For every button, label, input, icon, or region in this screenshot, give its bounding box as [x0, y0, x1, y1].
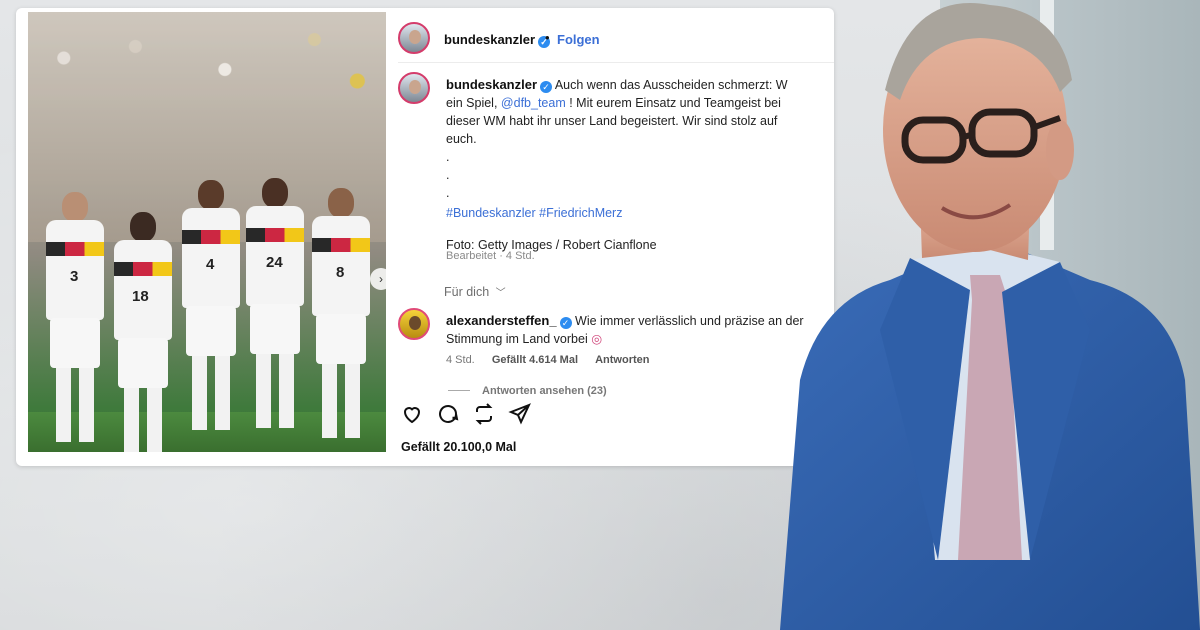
comment-time: 4 Std. — [446, 354, 475, 366]
jersey-number: 3 — [70, 268, 79, 285]
post-photo: 3 18 4 24 8 › — [28, 12, 386, 452]
comment-icon[interactable] — [436, 402, 460, 426]
instagram-post-card: 3 18 4 24 8 › bundeskanzler ✓ • Folgen b… — [16, 8, 834, 466]
jersey-number: 18 — [132, 288, 149, 305]
target-emoji-icon: ◎ — [591, 332, 603, 346]
follow-button[interactable]: Folgen — [557, 32, 600, 47]
caption-username[interactable]: bundeskanzler — [446, 77, 537, 92]
player: 18 — [110, 212, 176, 452]
replies-line — [448, 390, 470, 391]
person-photo — [780, 3, 1200, 630]
carousel-next-button[interactable]: › — [370, 268, 386, 290]
heart-icon[interactable] — [400, 402, 424, 426]
repost-icon[interactable] — [472, 402, 496, 426]
avatar[interactable] — [398, 22, 430, 54]
verified-icon: ✓ — [559, 317, 572, 329]
player: 4 — [178, 180, 244, 430]
jersey-number: 4 — [206, 256, 215, 273]
player: 3 — [42, 192, 108, 442]
avatar[interactable] — [398, 72, 430, 104]
player: 8 — [308, 188, 374, 438]
for-you-dropdown[interactable]: Für dich ﹀ — [444, 284, 506, 299]
view-replies-button[interactable]: Antworten ansehen (23) — [448, 385, 607, 397]
edited-timestamp: Bearbeitet · 4 Std. — [446, 250, 535, 262]
comment-username[interactable]: alexandersteffen_ — [446, 313, 557, 328]
chevron-down-icon: ﹀ — [495, 288, 506, 299]
comment-likes[interactable]: Gefällt 4.614 Mal — [492, 354, 578, 366]
likes-count[interactable]: Gefällt 20.100,0 Mal — [401, 440, 516, 454]
jersey-number: 8 — [336, 264, 345, 281]
comment-text: alexandersteffen_ ✓ Wie immer verlässlich… — [446, 313, 804, 346]
verified-icon: ✓ — [540, 81, 553, 93]
header-username[interactable]: bundeskanzler ✓ — [444, 32, 551, 48]
chevron-right-icon: › — [379, 272, 383, 286]
share-icon[interactable] — [508, 402, 532, 426]
avatar[interactable] — [398, 308, 430, 340]
reply-button[interactable]: Antworten — [595, 354, 649, 366]
player: 24 — [242, 178, 308, 428]
jersey-number: 24 — [266, 254, 283, 271]
comment-meta: 4 Std. Gefällt 4.614 Mal Antworten — [446, 354, 663, 366]
separator: • — [545, 30, 550, 45]
mention-link[interactable]: @dfb_team — [501, 96, 566, 110]
